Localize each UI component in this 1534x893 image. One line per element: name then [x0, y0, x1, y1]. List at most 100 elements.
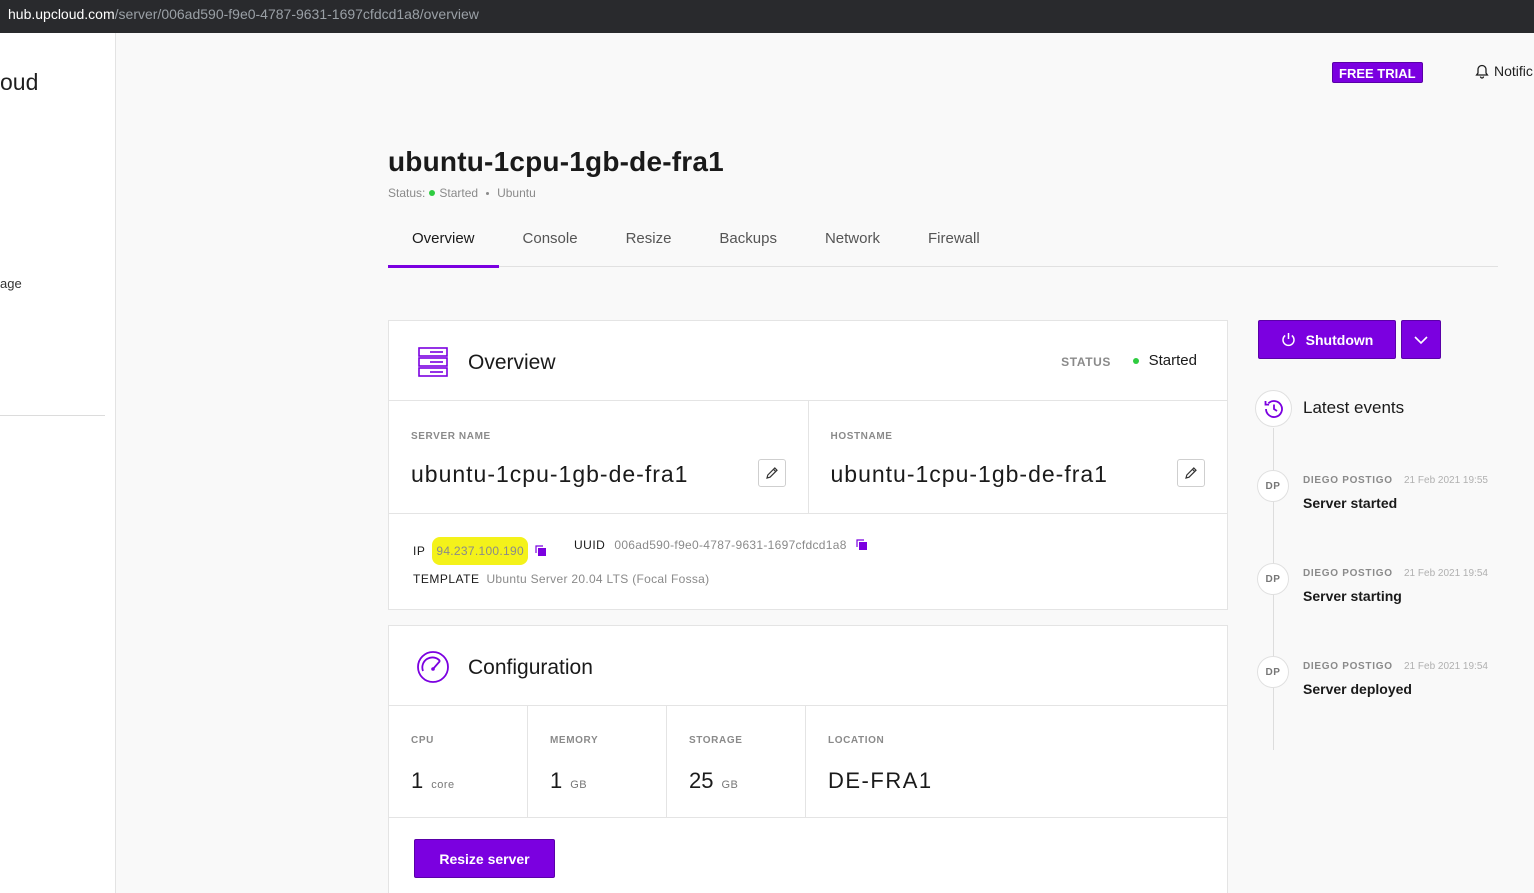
- free-trial-badge[interactable]: FREE TRIAL: [1332, 62, 1423, 83]
- chevron-down-icon: [1414, 335, 1428, 344]
- page-title: ubuntu-1cpu-1gb-de-fra1: [388, 146, 724, 177]
- sidebar-item-partial[interactable]: age: [0, 276, 22, 291]
- storage-cell: STORAGE 25 GB: [667, 706, 806, 817]
- server-name-label: SERVER NAME: [411, 431, 491, 442]
- configuration-card: Configuration CPU 1 core MEMORY 1 GB STO…: [388, 625, 1228, 893]
- status-dot-icon: [429, 190, 436, 196]
- os-name: Ubuntu: [497, 186, 536, 200]
- storage-value: 25: [689, 768, 714, 793]
- status-text: Started: [439, 186, 479, 200]
- ip-label: IP: [413, 544, 426, 558]
- avatar: DP: [1257, 656, 1289, 688]
- location-label: LOCATION: [828, 735, 885, 746]
- notifications-link[interactable]: Notific: [1475, 63, 1533, 79]
- copy-icon[interactable]: [856, 539, 868, 551]
- sidebar: oud age: [0, 33, 116, 893]
- memory-unit: GB: [570, 779, 588, 791]
- sidebar-divider: [0, 415, 105, 416]
- history-clock-icon: [1264, 399, 1283, 418]
- notifications-label: Notific: [1494, 63, 1533, 79]
- memory-value: 1: [550, 768, 563, 793]
- event-user: DIEGO POSTIGO: [1303, 661, 1393, 672]
- location-value: DE-FRA1: [828, 768, 933, 793]
- event-user: DIEGO POSTIGO: [1303, 475, 1393, 486]
- template-label: TEMPLATE: [413, 572, 480, 586]
- cpu-unit: core: [431, 779, 455, 791]
- storage-label: STORAGE: [689, 735, 743, 746]
- bell-icon: [1475, 64, 1489, 79]
- more-actions-dropdown[interactable]: [1401, 320, 1441, 359]
- tab-network[interactable]: Network: [801, 220, 904, 267]
- names-row: SERVER NAME ubuntu-1cpu-1gb-de-fra1 HOST…: [389, 401, 1227, 514]
- tab-overview[interactable]: Overview: [388, 220, 499, 268]
- cpu-value: 1: [411, 768, 424, 793]
- events-icon-wrap: [1255, 390, 1292, 427]
- pencil-icon: [1185, 467, 1197, 479]
- event-item: DP DIEGO POSTIGO 21 Feb 2021 19:54 Serve…: [1257, 563, 1517, 613]
- event-item: DP DIEGO POSTIGO 21 Feb 2021 19:55 Serve…: [1257, 470, 1517, 520]
- cpu-label: CPU: [411, 735, 434, 746]
- shutdown-button[interactable]: Shutdown: [1258, 320, 1396, 359]
- memory-label: MEMORY: [550, 735, 599, 746]
- ip-value[interactable]: 94.237.100.190: [432, 537, 528, 565]
- configuration-title: Configuration: [468, 656, 593, 679]
- event-time: 21 Feb 2021 19:54: [1404, 661, 1488, 672]
- event-text: Server deployed: [1303, 681, 1412, 697]
- uuid-row: UUID 006ad590-f9e0-4787-9631-1697cfdcd1a…: [574, 537, 868, 552]
- ip-row: IP 94.237.100.190: [413, 537, 547, 565]
- tab-resize[interactable]: Resize: [602, 220, 696, 267]
- avatar: DP: [1257, 470, 1289, 502]
- template-row: TEMPLATE Ubuntu Server 20.04 LTS (Focal …: [413, 572, 709, 586]
- hostname-cell: HOSTNAME ubuntu-1cpu-1gb-de-fra1: [807, 401, 1228, 513]
- event-user: DIEGO POSTIGO: [1303, 568, 1393, 579]
- configuration-row: CPU 1 core MEMORY 1 GB STORAGE 25 GB LOC…: [389, 706, 1227, 818]
- event-time: 21 Feb 2021 19:55: [1404, 475, 1488, 486]
- server-name-value: ubuntu-1cpu-1gb-de-fra1: [411, 461, 689, 487]
- cpu-value-group: 1 core: [411, 768, 455, 794]
- address-bar[interactable]: hub.upcloud.com/server/006ad590-f9e0-478…: [0, 0, 1534, 33]
- event-text: Server started: [1303, 495, 1398, 511]
- url-host: hub.upcloud.com: [8, 6, 115, 22]
- server-icon: [418, 347, 448, 377]
- edit-server-name-button[interactable]: [757, 459, 786, 487]
- cpu-cell: CPU 1 core: [389, 706, 528, 817]
- copy-icon[interactable]: [535, 545, 547, 557]
- pencil-icon: [765, 467, 778, 479]
- power-icon: [1281, 333, 1295, 347]
- logo-fragment[interactable]: oud: [0, 69, 38, 96]
- status-dot-icon: [1132, 357, 1139, 364]
- url-path: /server/006ad590-f9e0-4787-9631-1697cfdc…: [114, 6, 479, 22]
- tab-backups[interactable]: Backups: [695, 220, 801, 267]
- memory-cell: MEMORY 1 GB: [528, 706, 667, 817]
- server-name-cell: SERVER NAME ubuntu-1cpu-1gb-de-fra1: [389, 401, 808, 513]
- tab-console[interactable]: Console: [499, 220, 602, 267]
- tab-firewall[interactable]: Firewall: [904, 220, 1004, 267]
- overview-title: Overview: [468, 351, 556, 374]
- storage-value-group: 25 GB: [689, 768, 738, 794]
- latest-events-title: Latest events: [1303, 398, 1405, 417]
- status-value: Started: [1132, 352, 1197, 369]
- event-text: Server starting: [1303, 588, 1402, 604]
- storage-unit: GB: [721, 779, 739, 791]
- hostname-value: ubuntu-1cpu-1gb-de-fra1: [830, 461, 1108, 487]
- shutdown-label: Shutdown: [1305, 331, 1374, 348]
- separator-dot: [486, 191, 490, 195]
- location-cell: LOCATION DE-FRA1: [806, 706, 1227, 817]
- server-tabs: Overview Console Resize Backups Network …: [388, 220, 1498, 268]
- overview-header: Overview STATUS Started: [389, 321, 1227, 401]
- event-item: DP DIEGO POSTIGO 21 Feb 2021 19:54 Serve…: [1257, 656, 1517, 706]
- edit-hostname-button[interactable]: [1177, 459, 1205, 487]
- status-label: STATUS: [1061, 355, 1111, 369]
- server-status-line: Status: Started Ubuntu: [388, 186, 536, 200]
- resize-server-button[interactable]: Resize server: [414, 839, 555, 878]
- memory-value-group: 1 GB: [550, 768, 587, 794]
- hostname-label: HOSTNAME: [830, 431, 893, 442]
- status-prefix: Status:: [388, 186, 426, 200]
- overview-card: Overview STATUS Started SERVER NAME ubun…: [388, 320, 1228, 610]
- gauge-icon: [417, 651, 449, 683]
- template-value: Ubuntu Server 20.04 LTS (Focal Fossa): [486, 572, 710, 586]
- avatar: DP: [1257, 563, 1289, 595]
- uuid-value[interactable]: 006ad590-f9e0-4787-9631-1697cfdcd1a8: [614, 538, 846, 552]
- event-time: 21 Feb 2021 19:54: [1404, 568, 1488, 579]
- status-value-text: Started: [1148, 352, 1197, 369]
